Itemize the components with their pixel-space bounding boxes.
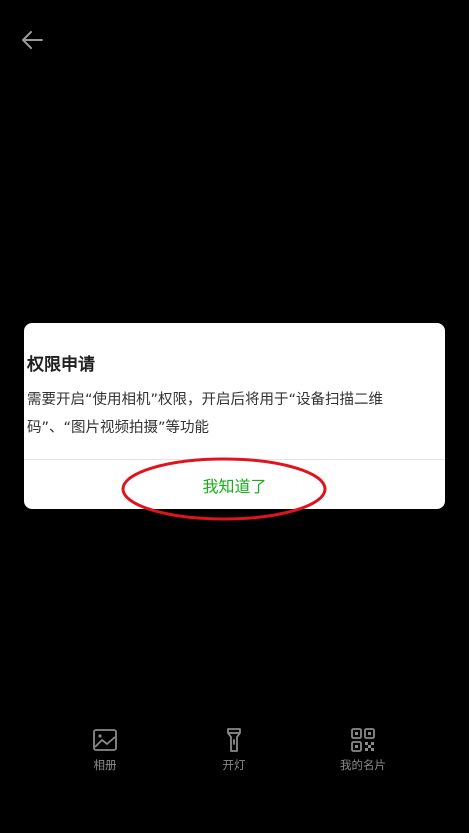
back-button[interactable] xyxy=(16,26,50,54)
confirm-button-label: 我知道了 xyxy=(202,476,267,496)
flashlight-button[interactable]: 开灯 xyxy=(189,727,279,773)
dialog-title: 权限申请 xyxy=(27,355,95,375)
back-arrow-icon xyxy=(22,31,43,49)
album-label: 相册 xyxy=(93,758,117,772)
dialog-message: 需要开启“使用相机”权限，开启后将用于“设备扫描二维码”、“图片视频拍摄”等功能 xyxy=(27,392,384,436)
image-icon xyxy=(93,729,117,751)
confirm-button[interactable]: 我知道了 xyxy=(24,460,445,509)
my-card-label: 我的名片 xyxy=(340,758,386,772)
album-button[interactable]: 相册 xyxy=(60,727,150,773)
flashlight-icon xyxy=(227,728,241,752)
my-card-button[interactable]: 我的名片 xyxy=(318,727,408,773)
qr-code-icon xyxy=(351,728,375,752)
flashlight-label: 开灯 xyxy=(222,758,246,772)
camera-scan-screen: 我知道了 权限申请 需要开启“使用相机”权限，开启后将用于“设备扫描二维码”、“… xyxy=(0,0,469,833)
